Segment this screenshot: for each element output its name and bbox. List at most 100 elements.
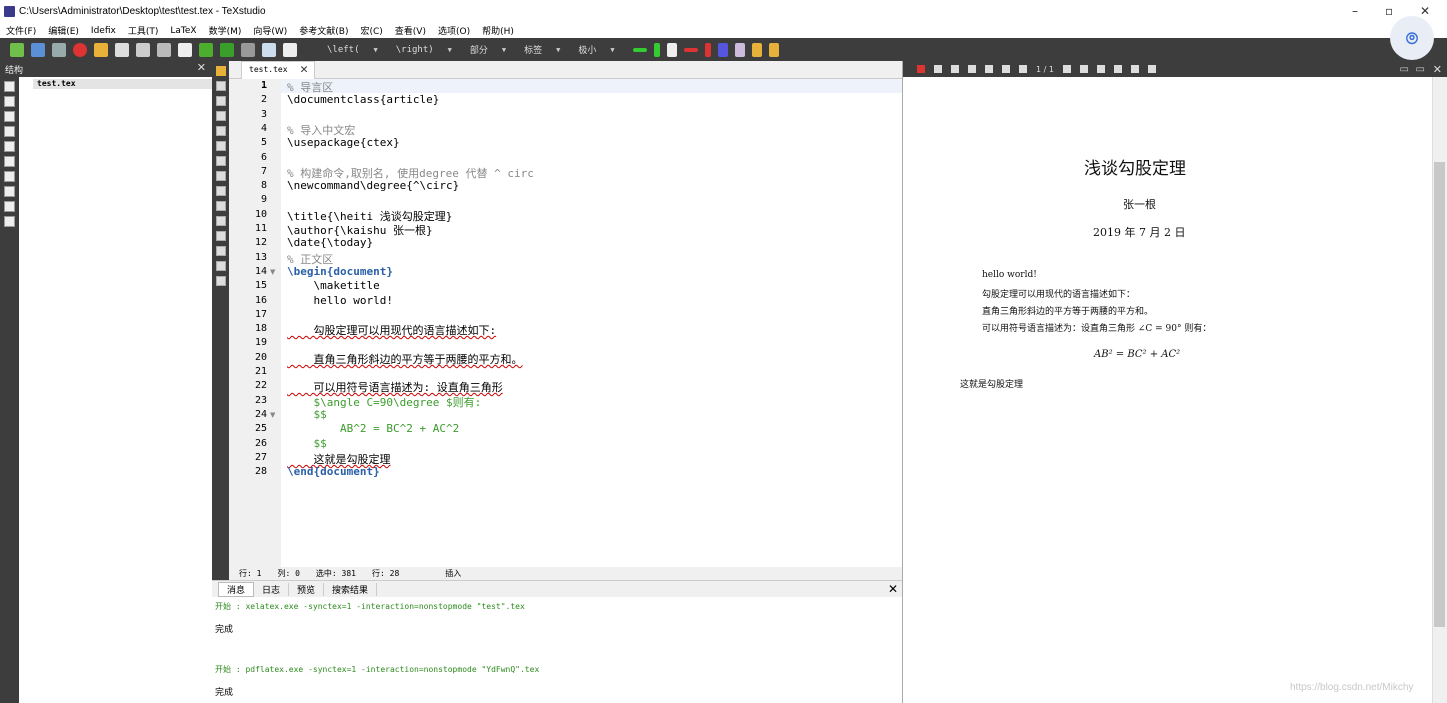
- build-view-icon[interactable]: [199, 42, 213, 57]
- align-icon[interactable]: [717, 42, 728, 57]
- stop-icon[interactable]: [241, 42, 255, 57]
- underline-icon[interactable]: [216, 126, 226, 136]
- fold-marker-icon[interactable]: ▼: [270, 411, 275, 419]
- italic-icon[interactable]: [216, 111, 226, 121]
- minimize-button[interactable]: –: [1352, 4, 1358, 18]
- left-delimiter-select[interactable]: \left(▼: [327, 45, 378, 55]
- status-insert-mode[interactable]: 插入: [445, 568, 461, 579]
- sqrt-icon[interactable]: [216, 276, 226, 286]
- close-icon[interactable]: ✕: [197, 61, 206, 74]
- view-pdf-icon[interactable]: [262, 42, 276, 57]
- arrow-left-icon[interactable]: [216, 66, 226, 76]
- remove-row-icon[interactable]: [683, 47, 698, 52]
- menu-latex[interactable]: LaTeX: [170, 26, 196, 36]
- structure-icon[interactable]: [4, 81, 15, 92]
- menu-macros[interactable]: 宏(C): [360, 24, 382, 37]
- code-line[interactable]: \maketitle: [287, 279, 379, 292]
- copy-icon[interactable]: [136, 42, 150, 57]
- back-icon[interactable]: [968, 65, 976, 73]
- misc-symbols-icon[interactable]: [4, 201, 15, 212]
- code-line[interactable]: \end{document}: [287, 465, 380, 478]
- brackets-icon[interactable]: [4, 126, 15, 137]
- close-window-button[interactable]: ✕: [1420, 4, 1430, 18]
- math-inline-icon[interactable]: [216, 201, 226, 211]
- close-file-icon[interactable]: [73, 42, 87, 57]
- bookmarks-icon[interactable]: [4, 96, 15, 107]
- paste-icon[interactable]: [178, 42, 192, 57]
- code-line[interactable]: \usepackage{ctex}: [287, 136, 400, 149]
- hand-icon[interactable]: [951, 65, 959, 73]
- first-page-icon[interactable]: [1002, 65, 1010, 73]
- tab-log[interactable]: 日志: [254, 582, 290, 596]
- close-icon[interactable]: ✕: [300, 62, 308, 77]
- redo-icon[interactable]: [115, 42, 129, 57]
- superscript-icon[interactable]: [216, 231, 226, 241]
- size-select[interactable]: 极小 ▼: [578, 43, 614, 57]
- arrows-icon[interactable]: [4, 186, 15, 197]
- open-file-icon[interactable]: [31, 42, 45, 57]
- undo-icon[interactable]: [94, 42, 108, 57]
- close-icon[interactable]: ✕: [1433, 63, 1442, 76]
- compile-icon[interactable]: [220, 42, 234, 57]
- remove-column-icon[interactable]: [704, 42, 711, 57]
- fold-marker-icon[interactable]: ▼: [270, 268, 275, 276]
- menu-idefix[interactable]: Idefix: [91, 26, 116, 36]
- code-line[interactable]: $$: [287, 408, 326, 421]
- code-line[interactable]: \date{\today}: [287, 236, 373, 249]
- subscript-icon[interactable]: [216, 216, 226, 226]
- menu-help[interactable]: 帮助(H): [482, 24, 514, 37]
- menu-tools[interactable]: 工具(T): [128, 24, 159, 37]
- view-log-icon[interactable]: [283, 42, 297, 57]
- table-icon[interactable]: [734, 42, 745, 57]
- operators-icon[interactable]: [4, 156, 15, 167]
- code-line[interactable]: 可以用符号语言描述为: 设直角三角形: [287, 379, 502, 395]
- relations-icon[interactable]: [4, 171, 15, 182]
- newline-icon[interactable]: [216, 186, 226, 196]
- cut-icon[interactable]: [157, 42, 171, 57]
- bold-icon[interactable]: [216, 96, 226, 106]
- arrow-right-icon[interactable]: [216, 81, 226, 91]
- code-line[interactable]: $$: [287, 437, 326, 450]
- code-line[interactable]: \documentclass{article}: [287, 93, 439, 106]
- label-select[interactable]: 标签 ▼: [524, 43, 560, 57]
- fraction-icon[interactable]: [216, 246, 226, 256]
- tab-preview[interactable]: 预览: [289, 582, 325, 596]
- marker-icon[interactable]: [768, 42, 779, 57]
- code-line[interactable]: 直角三角形斜边的平方等于两腰的平方和。: [287, 351, 522, 367]
- align-left-icon[interactable]: [216, 141, 226, 151]
- menu-file[interactable]: 文件(F): [6, 24, 36, 37]
- save-icon[interactable]: [52, 42, 66, 57]
- dfrac-icon[interactable]: [216, 261, 226, 271]
- code-line[interactable]: 勾股定理可以用现代的语言描述如下:: [287, 322, 496, 338]
- code-line[interactable]: AB^2 = BC^2 + AC^2: [287, 422, 459, 435]
- close-icon[interactable]: ✕: [888, 582, 898, 596]
- next-page-icon[interactable]: [1062, 65, 1071, 73]
- code-line[interactable]: \begin{document}: [287, 265, 393, 278]
- forward-icon[interactable]: [985, 65, 993, 73]
- zoom-icon[interactable]: [934, 65, 942, 73]
- menu-options[interactable]: 选项(O): [438, 24, 470, 37]
- menu-wizards[interactable]: 向导(W): [253, 24, 287, 37]
- pdf-scrollbar-thumb[interactable]: [1434, 162, 1445, 627]
- right-delimiter-select[interactable]: \right) ▼: [396, 45, 452, 55]
- align-center-icon[interactable]: [216, 156, 226, 166]
- fit-page-icon[interactable]: [1113, 65, 1122, 73]
- fit-width-icon[interactable]: [1096, 65, 1105, 73]
- highlight-icon[interactable]: [751, 42, 762, 57]
- code-line[interactable]: hello world!: [287, 294, 392, 307]
- prev-page-icon[interactable]: [1019, 65, 1027, 73]
- greek-icon[interactable]: [4, 141, 15, 152]
- menu-view[interactable]: 查看(V): [395, 24, 426, 37]
- menu-math[interactable]: 数学(M): [209, 24, 242, 37]
- tab-search-results[interactable]: 搜索结果: [324, 582, 378, 596]
- tab-messages[interactable]: 消息: [218, 581, 255, 597]
- hrule-icon[interactable]: [632, 47, 647, 52]
- detach-icon[interactable]: ▭: [1416, 64, 1425, 75]
- menu-edit[interactable]: 编辑(E): [48, 24, 79, 37]
- vrule-icon[interactable]: [653, 42, 660, 57]
- insert-column-icon[interactable]: [666, 42, 677, 57]
- continuous-icon[interactable]: [1147, 65, 1156, 73]
- tab-test-tex[interactable]: test.tex ✕: [241, 61, 315, 79]
- align-right-icon[interactable]: [216, 171, 226, 181]
- maximize-button[interactable]: ▫: [1385, 4, 1393, 18]
